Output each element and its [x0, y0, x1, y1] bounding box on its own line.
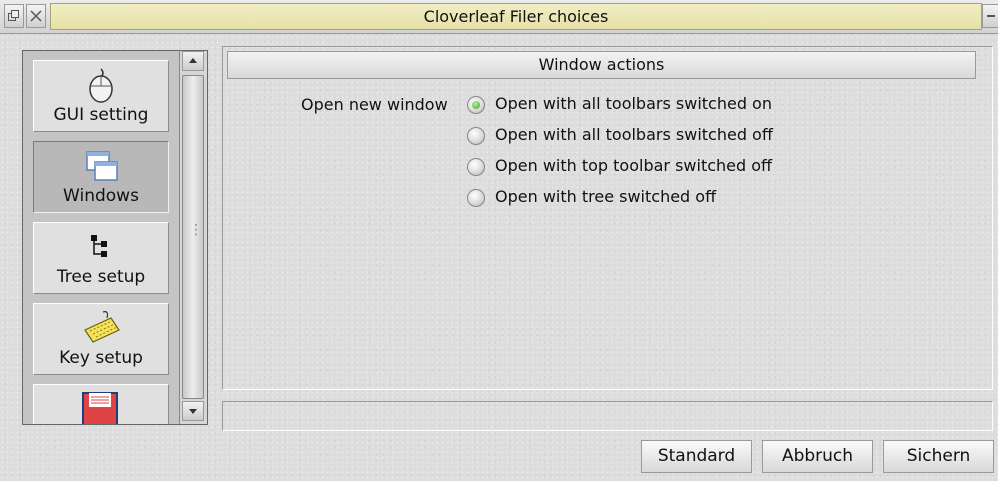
iconise-button[interactable]: [982, 4, 998, 28]
section-header: Window actions: [227, 51, 976, 79]
radio-label: Open with all toolbars switched off: [495, 125, 773, 144]
window-title: Cloverleaf Filer choices: [423, 7, 609, 26]
sidebar-item-key-setup[interactable]: Key setup: [33, 303, 169, 375]
arrow-up-icon: [189, 58, 197, 63]
windows-icon: [34, 148, 168, 184]
status-bar: [222, 401, 993, 431]
radio-button[interactable]: [467, 158, 485, 176]
sidebar-item-label: Key setup: [59, 348, 143, 368]
back-button[interactable]: [4, 4, 24, 28]
sidebar-item-save[interactable]: [33, 384, 169, 424]
cancel-button[interactable]: Abbruch: [762, 440, 873, 473]
open-new-window-label: Open new window: [301, 95, 448, 114]
sidebar-item-gui-setting[interactable]: GUI setting: [33, 60, 169, 132]
sidebar-item-label: Windows: [63, 186, 139, 206]
radio-label: Open with tree switched off: [495, 187, 717, 206]
standard-button[interactable]: Standard: [641, 440, 752, 473]
window-title-field[interactable]: Cloverleaf Filer choices: [50, 3, 982, 30]
save-button[interactable]: Sichern: [883, 440, 994, 473]
close-icon: [30, 10, 42, 22]
floppy-disk-icon: [34, 391, 168, 424]
scrollbar-thumb[interactable]: [182, 75, 204, 399]
radio-button[interactable]: [467, 189, 485, 207]
tree-icon: [34, 229, 168, 265]
mouse-icon: [34, 67, 168, 103]
sidebar-item-label: Tree setup: [56, 267, 146, 287]
keyboard-icon: [34, 310, 168, 346]
title-bar[interactable]: Cloverleaf Filer choices: [0, 0, 998, 34]
choices-window: Cloverleaf Filer choices GUI setting Win…: [0, 0, 998, 481]
radio-button[interactable]: [467, 127, 485, 145]
arrow-down-icon: [189, 409, 197, 414]
sidebar-item-tree-setup[interactable]: Tree setup: [33, 222, 169, 294]
sidebar-item-windows[interactable]: Windows: [33, 141, 169, 213]
scroll-down-button[interactable]: [182, 401, 204, 421]
radio-label: Open with all toolbars switched on: [495, 94, 772, 113]
vertical-scrollbar[interactable]: [179, 51, 207, 424]
radio-button-selected[interactable]: [467, 96, 485, 114]
radio-label: Open with top toolbar switched off: [495, 156, 773, 175]
close-button[interactable]: [26, 4, 46, 28]
options-panel: Window actions Open new window Open with…: [222, 46, 993, 390]
sidebar-item-label: GUI setting: [53, 105, 149, 125]
scroll-up-button[interactable]: [182, 51, 204, 71]
back-icon: [8, 10, 19, 21]
category-list: GUI setting Windows Tree setup Key setup…: [22, 50, 208, 425]
